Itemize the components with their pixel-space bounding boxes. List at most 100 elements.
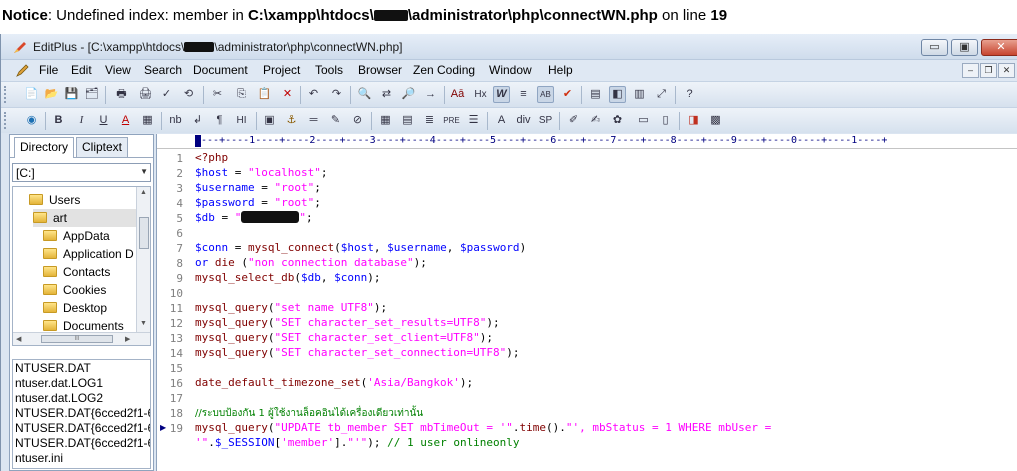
redo-icon[interactable]: ↷ [328,86,345,103]
list-icon[interactable]: ▤ [399,112,416,129]
font-tag-icon[interactable]: A [493,112,510,129]
scroll-left-icon[interactable]: ◀ [16,335,21,343]
close-button[interactable]: ✕ [981,39,1017,56]
print-preview-icon[interactable]: 🖶 [113,86,130,103]
div-button[interactable]: div [515,112,532,129]
hex-view-icon[interactable]: Hx [472,86,489,103]
horizontal-rule-button[interactable]: HI [233,112,250,129]
word-wrap-icon[interactable]: W [493,86,510,103]
print-icon[interactable]: 🖨 [137,86,154,103]
scroll-thumb[interactable] [139,217,149,249]
menu-tools[interactable]: Tools [315,63,343,77]
script-icon[interactable]: ✿ [609,112,626,129]
tree-item[interactable]: Users [29,191,80,209]
find-icon[interactable]: 🔍 [356,86,373,103]
save-all-icon[interactable]: 🗂 [83,86,100,103]
fullscreen-icon[interactable]: ⤢ [653,86,670,103]
menu-window[interactable]: Window [489,63,532,77]
image-icon[interactable]: ▣ [261,112,278,129]
menu-view[interactable]: View [105,63,131,77]
find-in-files-icon[interactable]: 🔎 [400,86,417,103]
drive-select[interactable]: [C:] ▼ [12,163,151,182]
tree-vertical-scrollbar[interactable]: ▲ ▼ [136,187,150,332]
color-grid-icon[interactable]: ▦ [139,112,156,129]
undo-icon[interactable]: ↶ [305,86,322,103]
style-icon[interactable]: ✐ [565,112,582,129]
toolbar-grip[interactable] [4,86,7,103]
menu-edit[interactable]: Edit [71,63,92,77]
globe-icon[interactable]: ◉ [23,112,40,129]
replace-icon[interactable]: ⇄ [378,86,395,103]
tree-item[interactable]: Contacts [43,263,110,281]
save-icon[interactable]: 💾 [63,86,80,103]
hr-line-icon[interactable]: ═ [305,112,322,129]
align-icon[interactable]: ≣ [421,112,438,129]
frame-icon[interactable]: ▭ [635,112,652,129]
line-numbers-icon[interactable]: ≡ [515,86,532,103]
list-item[interactable]: ntuser.ini [15,451,63,466]
edit-icon[interactable]: ✎ [327,112,344,129]
delete-icon[interactable]: ✕ [279,86,296,103]
menu-document[interactable]: Document [193,63,248,77]
directory-window-icon[interactable]: ◧ [609,86,626,103]
list-item[interactable]: ntuser.dat.LOG2 [15,391,103,406]
pre-button[interactable]: PRE [443,112,460,129]
list-item[interactable]: NTUSER.DAT{6cced2f1-6e [15,421,150,436]
mdi-close-button[interactable]: ✕ [998,63,1015,78]
font-color-button[interactable]: A [117,112,134,129]
list-item[interactable]: NTUSER.DAT{6cced2f1-6e [15,406,150,421]
anchor-icon[interactable]: ⚓ [283,112,300,129]
mdi-restore-button[interactable]: ❐ [980,63,997,78]
menu-help[interactable]: Help [548,63,573,77]
italic-button[interactable]: I [73,112,90,129]
font-size-icon[interactable]: Aā [449,86,466,103]
bold-button[interactable]: B [50,112,67,129]
comment-icon[interactable]: ✍ [587,112,604,129]
output-window-icon[interactable]: ▥ [631,86,648,103]
tree-item-selected[interactable]: art [33,209,139,227]
line-break-button[interactable]: ↲ [189,112,206,129]
list-item[interactable]: NTUSER.DAT{6cced2f1-6e [15,436,150,451]
span-button[interactable]: SP [537,112,554,129]
tab-directory[interactable]: Directory [14,137,75,158]
paste-icon[interactable]: 📋 [256,86,273,103]
scroll-right-icon[interactable]: ▶ [125,335,130,343]
hex-icon[interactable]: ▯ [657,112,674,129]
goto-line-icon[interactable]: → [422,86,439,103]
scroll-up-icon[interactable]: ▲ [140,189,147,196]
checkmark-icon[interactable]: ✔ [559,86,576,103]
title-bar[interactable]: EditPlus - [C:\xampp\htdocs\ \administrat… [1,34,1017,60]
code-editor[interactable]: ----+----1----+----2----+----3----+----4… [156,134,1017,471]
color-picker-icon[interactable]: ◨ [685,112,702,129]
copy-icon[interactable]: ⎘ [233,86,250,103]
help-icon[interactable]: ? [681,86,698,103]
minimize-button[interactable]: ▭ [921,39,948,56]
nbsp-button[interactable]: nb [167,112,184,129]
tab-cliptext[interactable]: Cliptext [76,137,129,157]
new-file-icon[interactable]: 📄 [23,86,40,103]
refresh-icon[interactable]: ⟲ [180,86,197,103]
mdi-minimize-button[interactable]: – [962,63,979,78]
menu-file[interactable]: File [39,63,58,77]
menu-project[interactable]: Project [263,63,300,77]
chevron-down-icon[interactable]: ▼ [140,167,148,176]
form-icon[interactable]: ⊘ [349,112,366,129]
scroll-down-icon[interactable]: ▼ [140,320,147,327]
open-folder-icon[interactable]: 📂 [43,86,60,103]
tree-item[interactable]: Cookies [43,281,106,299]
browser-view-icon[interactable]: ▤ [587,86,604,103]
tree-item[interactable]: Application D [43,245,134,263]
cut-icon[interactable]: ✂ [209,86,226,103]
list-item[interactable]: ntuser.dat.LOG1 [15,376,103,391]
tree-horizontal-scrollbar[interactable]: ◀ III ▶ [13,332,150,345]
list-item[interactable]: NTUSER.DAT [15,361,91,376]
preview-icon[interactable]: ▩ [707,112,724,129]
toolbar-grip[interactable] [4,112,7,129]
menu-zen-coding[interactable]: Zen Coding [413,63,475,77]
scroll-thumb[interactable]: III [41,335,113,343]
column-select-icon[interactable]: AB [537,86,554,103]
menu-search[interactable]: Search [144,63,182,77]
table-icon[interactable]: ▦ [377,112,394,129]
maximize-button[interactable]: ▣ [951,39,978,56]
paragraph-button[interactable]: ¶ [211,112,228,129]
